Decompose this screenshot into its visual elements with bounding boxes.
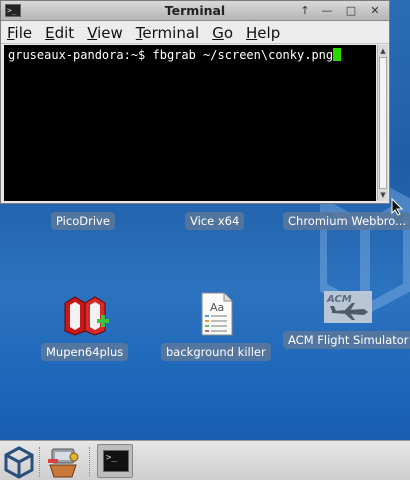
desktop-icon-label: Vice x64 [185,212,245,230]
desktop-icon-label: Mupen64plus [41,343,129,361]
terminal-prompt: gruseaux-pandora:~$ [8,48,153,62]
mupen64-icon [64,296,109,336]
desktop-icon-acm-flight-simulator[interactable]: ACM ACM Flight Simulator [283,291,410,349]
taskbar-separator [39,447,41,477]
desktop-icon-mupen64plus[interactable]: Mupen64plus [41,293,129,361]
menubar: File Edit View Terminal Go Help [1,22,389,44]
menu-go[interactable]: Go [212,24,233,42]
pandora-menu-cube-icon[interactable] [2,445,36,479]
terminal-window[interactable]: >_ Terminal ↑ — □ ✕ File Edit View Termi… [0,0,390,204]
window-titlebar[interactable]: >_ Terminal ↑ — □ ✕ [1,1,389,21]
acm-logo-text: ACM [326,294,352,305]
taskbar: >_ [0,440,410,480]
window-close-button[interactable]: ✕ [367,4,383,18]
menu-help[interactable]: Help [246,24,280,42]
scroll-down-arrow-icon[interactable]: ▼ [378,190,388,200]
desktop-icon-label: PicoDrive [51,212,115,230]
mouse-pointer-icon [391,198,404,216]
menu-edit[interactable]: Edit [45,24,74,42]
terminal-scrollbar[interactable]: ▲ ▼ [377,45,388,201]
document-icon: Aa [201,292,233,336]
hardware-settings-icon[interactable] [46,445,82,479]
menu-view[interactable]: View [87,24,123,42]
text-cursor [333,48,342,61]
desktop-icon-picodrive[interactable]: PicoDrive [51,212,115,230]
terminal-task-icon: >_ [103,450,129,472]
scroll-thumb[interactable] [379,57,387,189]
desktop-icon-background-killer[interactable]: Aa background killer [161,291,271,361]
window-maximize-button[interactable]: □ [343,4,359,18]
desktop-icon-label: ACM Flight Simulator [283,331,410,349]
window-minimize-button[interactable]: — [319,4,335,18]
terminal-command: fbgrab ~/screen\conky.png [152,48,334,62]
desktop-icon-vice-x64[interactable]: Vice x64 [185,212,245,230]
doc-icon-text: Aa [210,301,224,314]
desktop-icon-label: background killer [161,343,271,361]
menu-terminal[interactable]: Terminal [136,24,199,42]
scroll-up-arrow-icon[interactable]: ▲ [378,46,388,56]
terminal-output[interactable]: gruseaux-pandora:~$ fbgrab ~/screen\conk… [4,45,376,201]
taskbar-terminal-button[interactable]: >_ [97,444,133,478]
acm-jet-icon: ACM [324,291,373,323]
menu-file[interactable]: File [7,24,32,42]
window-shade-button[interactable]: ↑ [297,4,313,18]
taskbar-separator [89,447,91,477]
